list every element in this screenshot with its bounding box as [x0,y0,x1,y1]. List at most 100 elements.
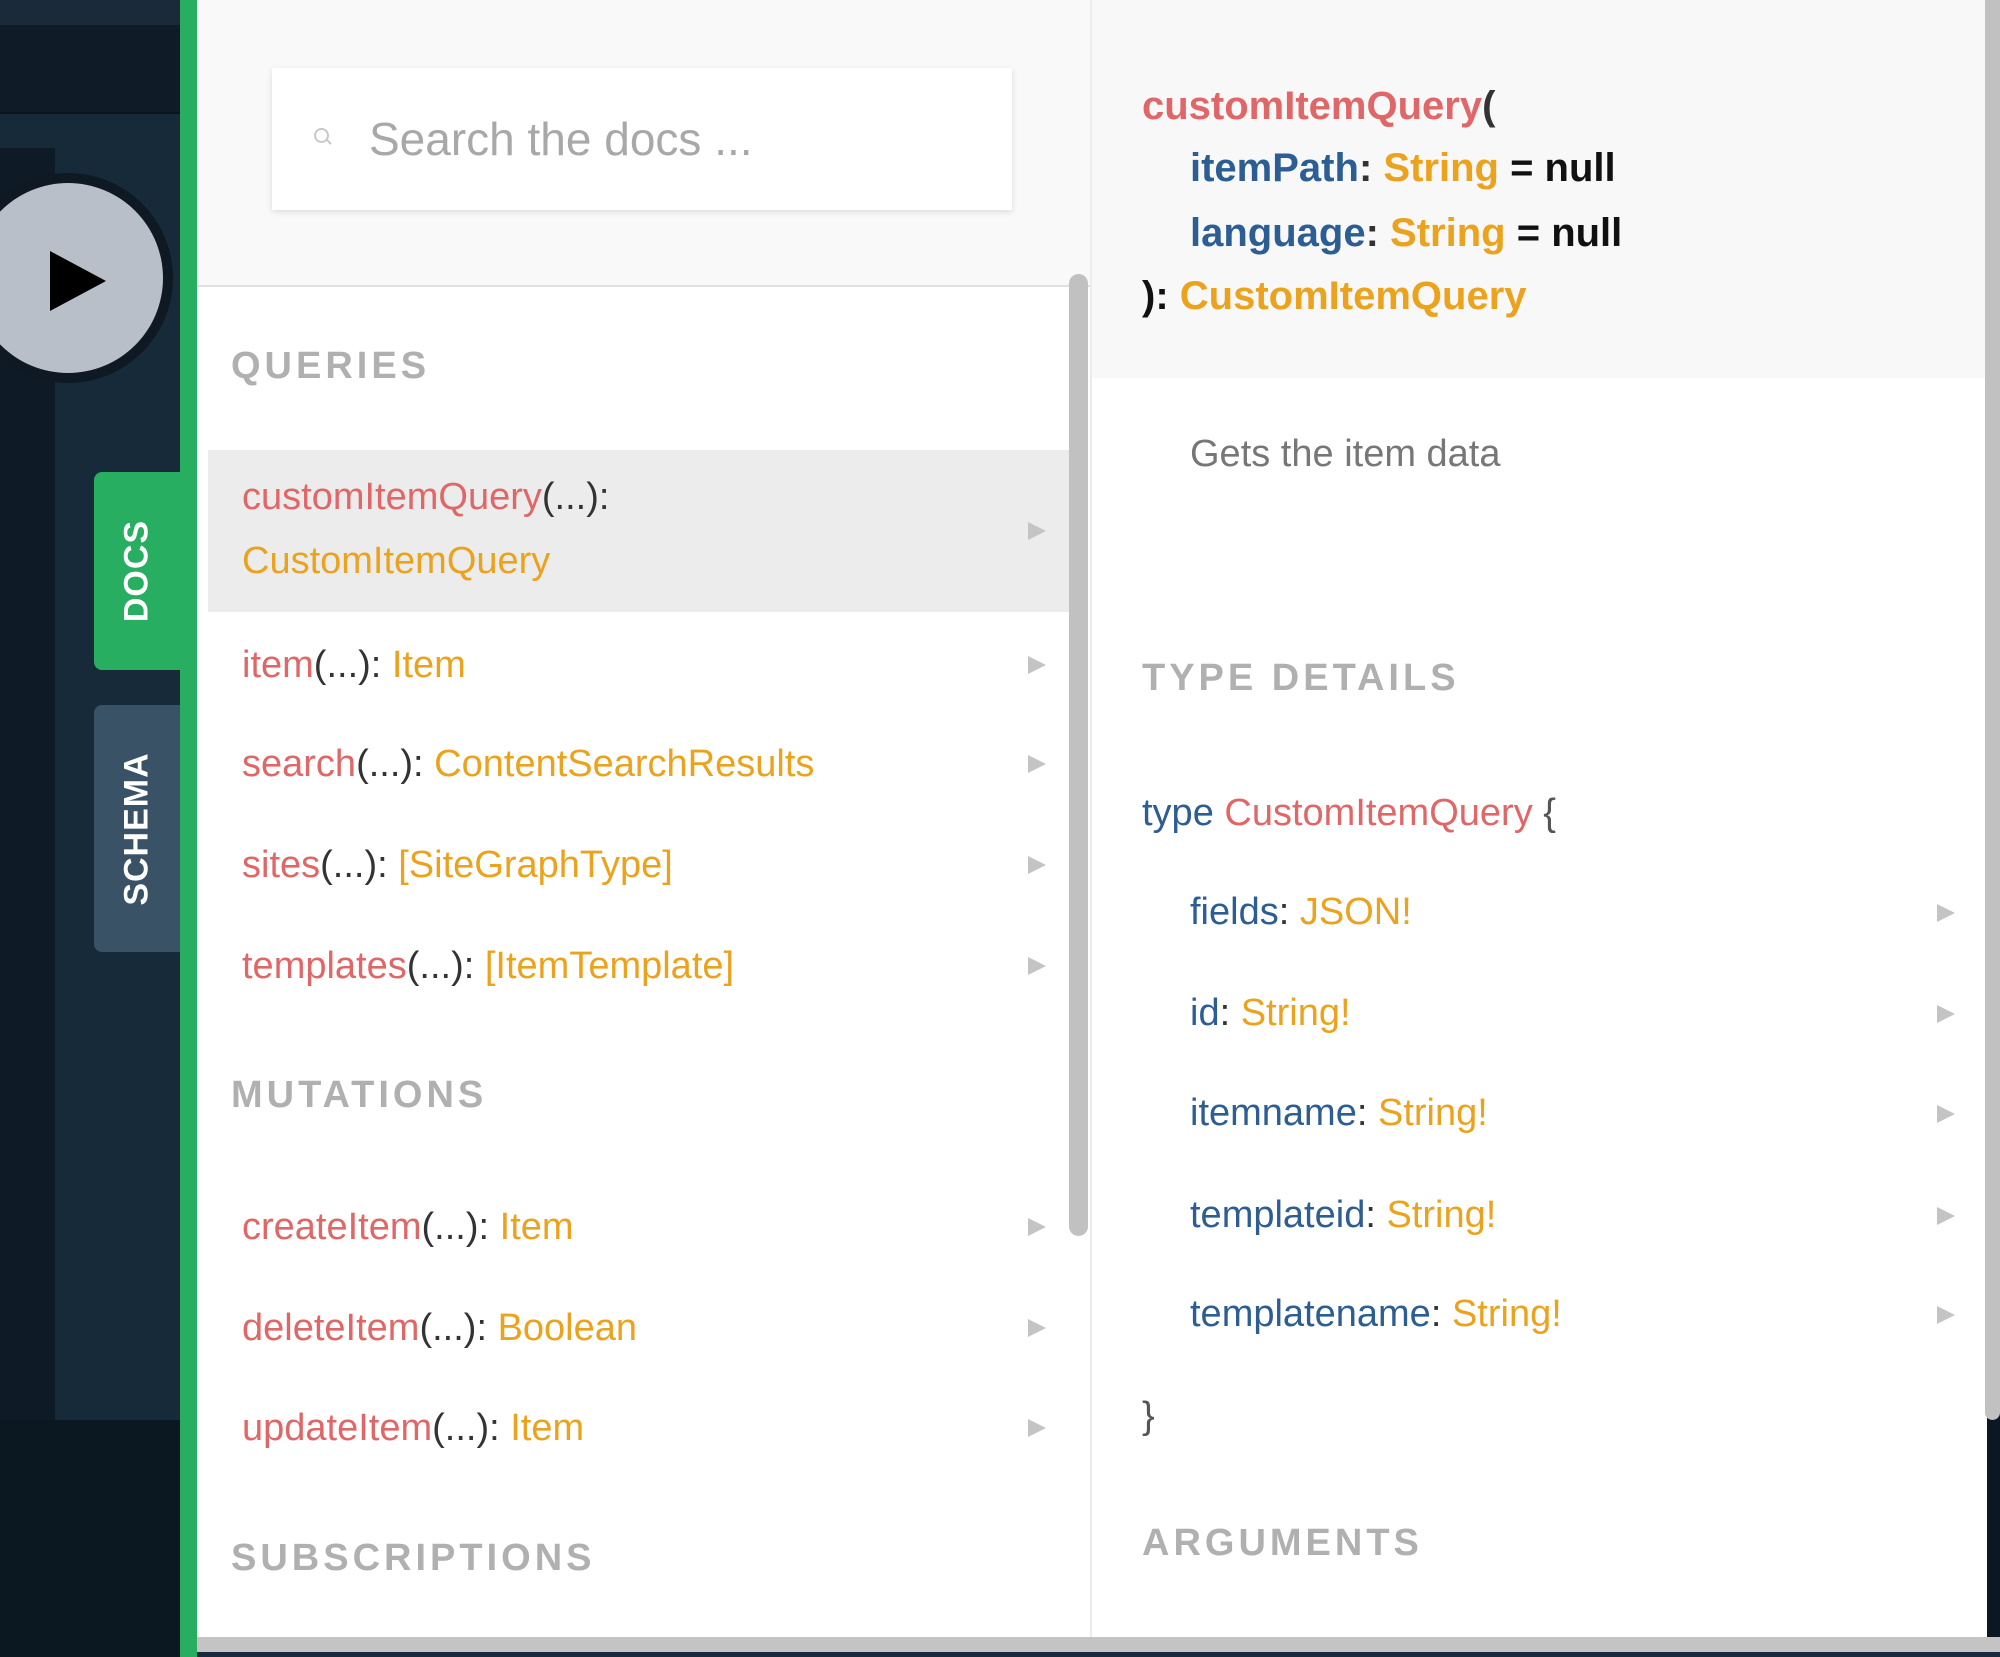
list-item-updateitem[interactable]: updateItem(...): Item [208,1397,1069,1459]
args: (...) [419,1307,477,1349]
section-heading-subscriptions: SUBSCRIPTIONS [231,1537,596,1579]
doc-detail-panel: customItemQuery( itemPath: String = null… [1090,0,1987,1637]
type-field-name: fields [1190,891,1279,933]
arg-name[interactable]: itemPath [1190,146,1359,190]
type-field-type[interactable]: String! [1452,1293,1562,1335]
type-field-row[interactable]: templatename: String! [1092,1274,1972,1354]
arg-sep: : [1365,211,1379,255]
sep: : [463,945,475,987]
signature-name: customItemQuery [1142,84,1483,128]
chevron-right-icon [1028,1419,1046,1437]
args: (...) [421,1206,479,1248]
arg-default: = null [1510,146,1616,190]
list-item-customitemquery[interactable]: customItemQuery(...): CustomItemQuery [208,450,1069,612]
return-type[interactable]: CustomItemQuery [1180,274,1527,318]
arg-type[interactable]: String [1383,146,1499,190]
list-item-sites[interactable]: sites(...): [SiteGraphType] [208,834,1069,896]
type-keyword: type [1142,792,1214,834]
field-name: templates [242,945,407,987]
sep: : [1356,1092,1368,1134]
chevron-right-icon [1028,856,1046,874]
type-field-row[interactable]: fields: JSON! [1092,872,1972,952]
type-field-row[interactable]: itemname: String! [1092,1073,1972,1153]
chevron-right-icon [1028,957,1046,975]
type-link[interactable]: Item [392,644,466,686]
chevron-right-icon [1028,755,1046,773]
type-link[interactable]: ContentSearchResults [434,743,814,785]
arg-type[interactable]: String [1390,211,1506,255]
type-declaration: type CustomItemQuery { [1142,785,1556,841]
play-icon [50,251,106,311]
type-field-type[interactable]: String! [1386,1194,1496,1236]
args: (...) [406,945,464,987]
chevron-right-icon [1028,1319,1046,1337]
type-field-type[interactable]: String! [1241,992,1351,1034]
signature-open: ( [1482,84,1496,128]
type-link[interactable]: CustomItemQuery [242,540,550,582]
list-item-createitem[interactable]: createItem(...): Item [208,1196,1069,1258]
run-query-button[interactable] [0,183,163,373]
sep: : [377,844,388,886]
detail-scrollbar[interactable] [1985,0,2000,1420]
chevron-right-icon [1028,1218,1046,1236]
type-link[interactable]: [ItemTemplate] [485,945,734,987]
field-signature: customItemQuery( itemPath: String = null… [1092,0,1987,378]
arg-sep: : [1358,146,1373,190]
field-description: Gets the item data [1190,433,1501,475]
tab-schema[interactable]: SCHEMA [94,705,180,952]
search-input[interactable] [367,98,971,180]
type-field-name: templateid [1190,1194,1366,1236]
type-link[interactable]: Item [500,1206,574,1248]
list-item-search[interactable]: search(...): ContentSearchResults [208,733,1069,795]
type-field-type[interactable]: JSON! [1300,891,1412,933]
sep: : [489,1407,500,1449]
sep: : [1365,1194,1376,1236]
tab-docs[interactable]: DOCS [94,472,180,670]
chevron-right-icon [1937,904,1955,922]
list-item-item[interactable]: item(...): Item [208,634,1069,696]
bottom-edge [197,1652,2000,1657]
args: (...) [432,1407,490,1449]
brace-close: } [1142,1395,1155,1437]
sep: : [598,476,610,518]
sep: : [1278,891,1290,933]
type-field-row[interactable]: id: String! [1092,973,1972,1053]
field-name: createItem [242,1206,422,1248]
doc-explorer: QUERIES customItemQuery(...): CustomItem… [197,0,1090,1637]
list-item-templates[interactable]: templates(...): [ItemTemplate] [208,935,1069,997]
tab-docs-label: DOCS [117,519,156,623]
args: (...) [313,644,371,686]
arg-default: = null [1516,211,1623,255]
type-link[interactable]: Item [510,1407,584,1449]
editor-tabbar [0,0,180,25]
sep: : [1430,1293,1442,1335]
field-name: deleteItem [242,1307,420,1349]
signature-return: ): CustomItemQuery [1142,268,1527,324]
signature-arg: language: String = null [1190,205,1622,261]
horizontal-scrollbar[interactable] [197,1637,2000,1652]
type-field-type[interactable]: String! [1378,1092,1488,1134]
run-button-ring [0,173,173,383]
sep: : [478,1206,490,1248]
args: (...) [356,743,414,785]
arg-name[interactable]: language [1190,211,1366,255]
type-link[interactable]: Boolean [498,1307,637,1349]
type-link[interactable]: [SiteGraphType] [398,844,673,886]
section-heading-type-details: TYPE DETAILS [1142,657,1460,699]
editor-panel: DOCS SCHEMA [0,0,180,1657]
args: (...) [320,844,378,886]
section-heading-queries: QUERIES [231,345,431,387]
docs-panel-border [180,0,197,1657]
search-icon [314,128,329,143]
chevron-right-icon [1937,1207,1955,1225]
field-name: search [242,743,357,785]
tab-schema-label: SCHEMA [117,751,156,906]
section-heading-arguments: ARGUMENTS [1142,1522,1423,1564]
doc-list-scrollbar[interactable] [1069,274,1088,1236]
type-field-row[interactable]: templateid: String! [1092,1175,1972,1255]
chevron-right-icon [1028,656,1046,674]
list-item-deleteitem[interactable]: deleteItem(...): Boolean [208,1297,1069,1359]
sep: : [1219,992,1231,1034]
signature-line-name: customItemQuery( [1142,78,1495,134]
section-heading-mutations: MUTATIONS [231,1074,488,1116]
